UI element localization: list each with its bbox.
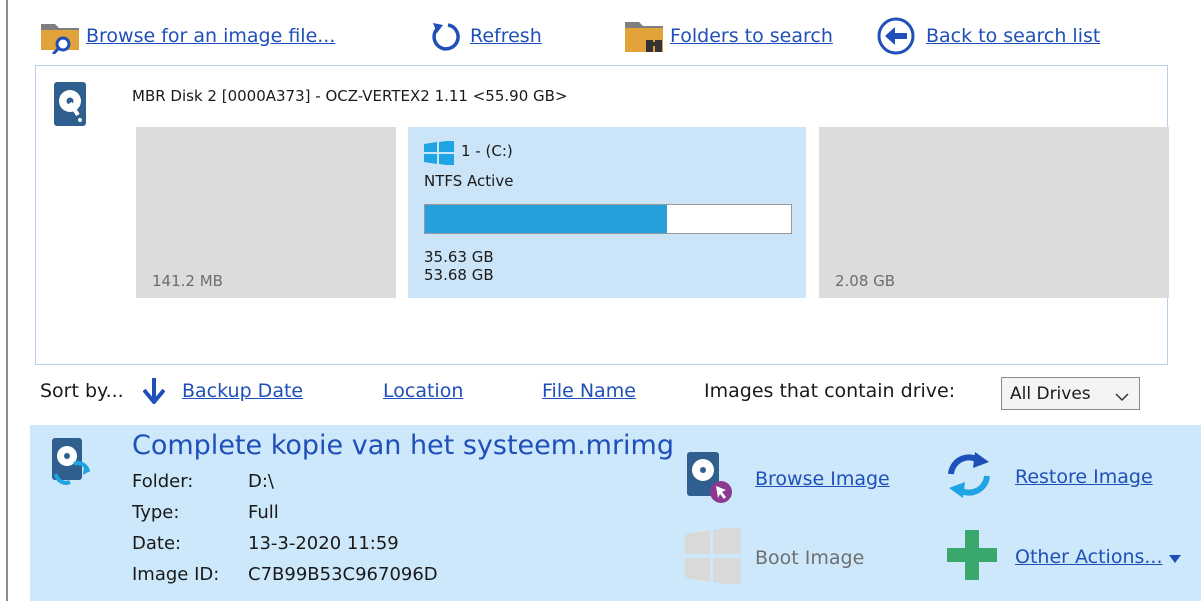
disk-image-icon (48, 438, 90, 490)
browse-image-icon (685, 450, 755, 508)
browse-image-file-label[interactable]: Browse for an image file... (86, 25, 335, 47)
other-actions-button[interactable]: Other Actions... (945, 528, 1181, 586)
back-arrow-icon (866, 12, 926, 60)
dropdown-triangle-icon (1168, 548, 1181, 567)
folder-search-icon (36, 12, 86, 60)
folder-value: D:\ (248, 471, 274, 492)
date-value: 13-3-2020 11:59 (248, 533, 399, 554)
usage-bar-fill (425, 205, 667, 233)
partition-unallocated-2[interactable]: 2.08 GB (819, 127, 1169, 298)
partition-size: 141.2 MB (152, 272, 223, 290)
sort-label: Sort by... (40, 380, 124, 402)
browse-image-button[interactable]: Browse Image (685, 450, 890, 508)
partition-filesystem: NTFS Active (424, 172, 514, 190)
left-border (6, 0, 8, 601)
restore-image-button[interactable]: Restore Image (945, 450, 1153, 504)
image-id-label: Image ID: (132, 564, 220, 585)
partition-total: 53.68 GB (424, 266, 494, 284)
back-to-search-list-button[interactable]: Back to search list (866, 12, 1100, 60)
sort-location[interactable]: Location (383, 380, 463, 402)
partition-c[interactable]: 1 - (C:) NTFS Active 35.63 GB 53.68 GB (408, 127, 806, 298)
partition-name: 1 - (C:) (461, 142, 513, 160)
partition-used: 35.63 GB (424, 248, 494, 266)
plus-icon (945, 528, 1015, 586)
drive-filter-value: All Drives (1010, 383, 1091, 404)
sort-row: Sort by... Backup Date Location File Nam… (40, 376, 1200, 410)
folder-label: Folder: (132, 471, 194, 492)
image-entry[interactable]: Complete kopie van het systeem.mrimg Fol… (30, 425, 1201, 601)
refresh-button[interactable]: Refresh (420, 12, 542, 60)
boot-image-button: Boot Image (685, 526, 865, 588)
image-title[interactable]: Complete kopie van het systeem.mrimg (132, 430, 674, 461)
windows-boot-icon (685, 526, 755, 588)
folders-to-search-button[interactable]: Folders to search (620, 12, 833, 60)
sort-backup-date[interactable]: Backup Date (182, 380, 303, 402)
type-label: Type: (132, 502, 180, 523)
partition-unallocated-1[interactable]: 141.2 MB (136, 127, 396, 298)
other-actions-label[interactable]: Other Actions... (1015, 546, 1163, 568)
restore-image-label[interactable]: Restore Image (1015, 466, 1153, 488)
image-id-value: C7B99B53C967096D (248, 564, 438, 585)
back-to-search-list-label[interactable]: Back to search list (926, 25, 1100, 47)
restore-icon (945, 450, 1015, 504)
browse-image-label[interactable]: Browse Image (755, 468, 890, 490)
browse-image-file-button[interactable]: Browse for an image file... (36, 12, 335, 60)
usage-bar (424, 204, 792, 234)
date-label: Date: (132, 533, 182, 554)
refresh-label[interactable]: Refresh (470, 25, 542, 47)
type-value: Full (248, 502, 279, 523)
disk-panel: MBR Disk 2 [0000A373] - OCZ-VERTEX2 1.11… (35, 65, 1169, 365)
disk-title: MBR Disk 2 [0000A373] - OCZ-VERTEX2 1.11… (132, 87, 568, 105)
sort-file-name[interactable]: File Name (542, 380, 636, 402)
hard-disk-icon (54, 82, 86, 130)
refresh-icon (420, 12, 470, 60)
partition-size: 2.08 GB (835, 272, 896, 290)
down-arrow-icon (142, 378, 166, 409)
folder-binoculars-icon (620, 12, 670, 60)
folders-to-search-label[interactable]: Folders to search (670, 25, 833, 47)
windows-logo-icon (424, 140, 454, 169)
drive-filter-select[interactable]: All Drives (1001, 377, 1140, 410)
boot-image-label: Boot Image (755, 547, 865, 569)
chevron-down-icon (1115, 387, 1129, 407)
toolbar: Browse for an image file... Refresh Fold… (36, 12, 1196, 60)
drive-filter-label: Images that contain drive: (704, 380, 956, 402)
